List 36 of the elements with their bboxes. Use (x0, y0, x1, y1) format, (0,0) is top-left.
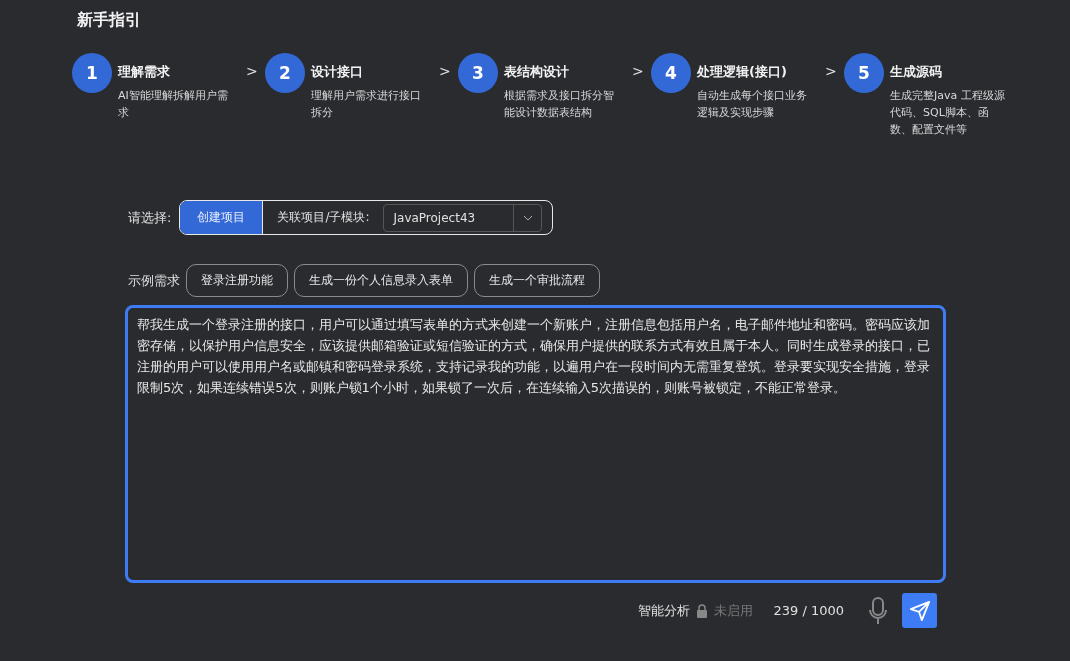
step-title: 表结构设计 (504, 63, 570, 81)
step-description: AI智能理解拆解用户需求 (118, 88, 229, 121)
step-separator: > (632, 63, 644, 81)
analysis-label: 智能分析 (638, 601, 691, 620)
step-description: 自动生成每个接口业务逻辑及实现步骤 (697, 88, 808, 121)
send-icon (908, 599, 931, 622)
step-separator: > (439, 63, 451, 81)
send-button[interactable] (902, 593, 937, 628)
mode-option[interactable]: 关联项目/子模块: (263, 201, 384, 234)
step-separator: > (825, 63, 837, 81)
step-description: 理解用户需求进行接口拆分 (311, 88, 422, 121)
step-title: 处理逻辑(接口) (697, 63, 788, 81)
step-description: 根据需求及接口拆分智能设计数据表结构 (504, 88, 615, 121)
step-title: 生成源码 (890, 63, 943, 81)
select-label: 请选择: (128, 208, 172, 227)
project-select[interactable]: JavaProject43 (383, 203, 543, 232)
step-title: 设计接口 (311, 63, 364, 81)
caret-icon (523, 214, 533, 221)
examples-label: 示例需求 (128, 271, 180, 290)
microphone-icon[interactable] (868, 596, 888, 625)
step-separator: > (246, 63, 258, 81)
example-chip[interactable]: 登录注册功能 (186, 264, 288, 297)
character-counter: 239 / 1000 (773, 603, 844, 618)
prompt-field[interactable]: 帮我生成一个登录注册的接口，用户可以通过填写表单的方式来创建一个新账户，注册信息包括用户名，电子邮件地址和密码。密码应该加密存储，以保护用户信息安全，应该提供邮箱验证或短信验证的方式，确保用户提供的联系方式有效且属于本人。同时生成登录的接口，已注册的用户可以使用用户名或邮镇和密码登录系统，支持记录我的功能，以遍用户在一段时间内无需重复登筑。登录要实现安全措施，登录限制5次，如果连续错误5次，则账户锁1个小时，如果锁了一次后，在连续输入5次描误的，则账号被锁定，不能正常登录。 (125, 305, 946, 583)
page-title: 新手指引 (77, 10, 142, 31)
step-number: 5 (844, 53, 884, 93)
step-number: 2 (265, 53, 305, 93)
step-number: 3 (458, 53, 498, 93)
step-number: 1 (72, 53, 112, 93)
step-title: 理解需求 (118, 63, 171, 81)
step-description: 生成完整Java 工程级源代码、SQL脚本、函数、配置文件等 (890, 88, 1006, 138)
step-number: 4 (651, 53, 691, 93)
example-chip[interactable]: 生成一个审批流程 (474, 264, 600, 297)
example-chip[interactable]: 生成一份个人信息录入表单 (294, 264, 468, 297)
mode-option[interactable]: 创建项目 (180, 201, 264, 234)
analysis-status: 未启用 (714, 601, 754, 620)
